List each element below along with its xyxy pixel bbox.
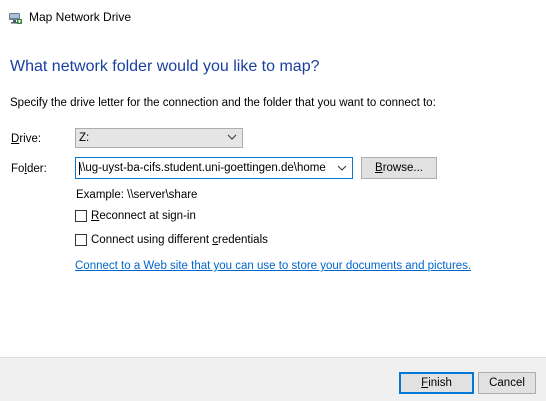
reconnect-option[interactable]: Reconnect at sign-in — [75, 210, 196, 222]
drive-label: Drive: — [11, 133, 42, 145]
network-drive-icon — [8, 10, 23, 25]
drive-select[interactable]: Z: — [75, 128, 243, 148]
credentials-option[interactable]: Connect using different credentials — [75, 234, 268, 246]
folder-input-value: \\ug-uyst-ba-cifs.student.uni-goettingen… — [79, 162, 326, 174]
reconnect-label: Reconnect at sign-in — [91, 210, 196, 222]
web-site-link[interactable]: Connect to a Web site that you can use t… — [75, 260, 471, 272]
drive-select-value: Z: — [79, 132, 90, 144]
title-bar: Map Network Drive — [8, 9, 131, 25]
cancel-button[interactable]: Cancel — [478, 372, 536, 394]
finish-button[interactable]: Finish — [399, 372, 474, 394]
reconnect-checkbox[interactable] — [75, 210, 87, 222]
example-text: Example: \\server\share — [76, 189, 198, 201]
browse-button[interactable]: Browse... — [361, 157, 437, 179]
chevron-down-icon — [227, 134, 237, 140]
window-title: Map Network Drive — [29, 10, 132, 24]
credentials-label: Connect using different credentials — [91, 234, 268, 246]
chevron-down-icon[interactable] — [337, 163, 347, 173]
dialog-footer: Finish Cancel — [0, 357, 546, 401]
page-heading: What network folder would you like to ma… — [10, 58, 320, 75]
instructions-text: Specify the drive letter for the connect… — [10, 97, 436, 109]
map-network-drive-dialog: Map Network Drive What network folder wo… — [0, 0, 546, 401]
credentials-checkbox[interactable] — [75, 234, 87, 246]
text-cursor — [79, 162, 80, 175]
folder-label: Folder: — [11, 163, 47, 175]
folder-input[interactable]: \\ug-uyst-ba-cifs.student.uni-goettingen… — [75, 157, 353, 179]
